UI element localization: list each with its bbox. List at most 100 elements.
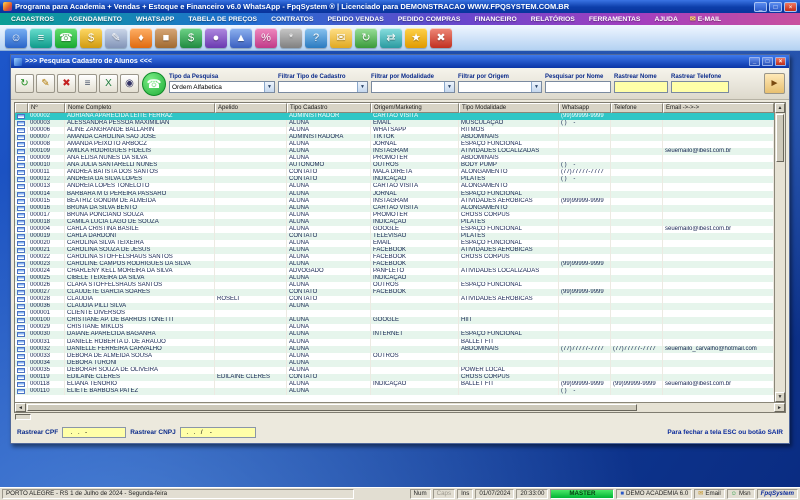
scroll-left-icon[interactable]: ◄ [15, 403, 26, 412]
column-header[interactable]: Telefone [611, 103, 663, 113]
menu-item[interactable]: ✉ E-MAIL [684, 15, 727, 24]
whatsapp-button[interactable]: ☎ [142, 71, 166, 96]
table-row[interactable]: 000035 DEBORAH SOUZA DE OLIVEIRA ALUNA P… [15, 366, 774, 374]
status-email[interactable]: ✉ Email [694, 489, 725, 499]
filtro-cadastro-select[interactable]: ▼ [278, 81, 368, 93]
table-row[interactable]: 000004 CARLA CRISTINA BASILE ALUNA GOOGL… [15, 225, 774, 233]
table-row[interactable]: 000031 DANIELE ROBERTA D. DE ARAUJO ALUN… [15, 338, 774, 346]
scroll-down-icon[interactable]: ▼ [775, 392, 785, 402]
table-row[interactable]: 000109 AMILKA RODRIGUES FIDELIS ALUNA IN… [15, 148, 774, 156]
toolbar-button[interactable]: ✉ [330, 27, 352, 48]
menu-item[interactable]: PEDIDO VENDAS [319, 16, 389, 23]
dialog-tool-button[interactable]: X [99, 74, 118, 93]
toolbar-button[interactable]: % [255, 27, 277, 48]
toolbar-button[interactable]: ✎ [105, 27, 127, 48]
dialog-tool-button[interactable]: ≡ [78, 74, 97, 93]
toolbar-button[interactable]: ☺ [5, 27, 27, 48]
tipo-pesquisa-select[interactable]: Ordem Alfabetica ▼ [169, 81, 275, 93]
table-row[interactable]: 000001 CLIENTE DIVERSOS [15, 310, 774, 318]
toolbar-button[interactable]: ♦ [130, 27, 152, 48]
column-header[interactable]: Nº [28, 103, 65, 113]
menu-item[interactable]: FERRAMENTAS [581, 16, 647, 23]
menu-item[interactable]: RELATÓRIOS [523, 16, 581, 23]
table-row[interactable]: 000008 AMANDA PEIXOTO ARBOCZ ALUNA JORNA… [15, 141, 774, 149]
rastrear-cpf-input[interactable] [62, 426, 127, 438]
menu-item[interactable]: TABELA DE PREÇOS [180, 16, 263, 23]
table-row[interactable]: 000010 ANA JULIA SANTARELLI NUNES AUTONO… [15, 162, 774, 170]
toolbar-button[interactable]: ? [305, 27, 327, 48]
table-row[interactable]: 000002 ADRIANA APARECIDA LEITE FERRAZ AD… [15, 113, 774, 121]
table-row[interactable]: 000017 BRUNA PONCIANO SOUZA ALUNA PROMOT… [15, 211, 774, 219]
toolbar-button[interactable]: ☎ [55, 27, 77, 48]
column-header[interactable]: Email ->->-> [663, 103, 774, 113]
menu-item[interactable]: AGENDAMENTO [60, 16, 128, 23]
table-row[interactable]: 000024 CHARLENY KELL MOREIRA DA SILVA AD… [15, 268, 774, 276]
table-row[interactable]: 000022 CAROLINA STOFFELSHAUS SANTOS ALUN… [15, 253, 774, 261]
column-header[interactable]: Tipo Modalidade [459, 103, 559, 113]
dialog-tool-button[interactable]: ↻ [15, 74, 34, 93]
close-button[interactable]: × [784, 1, 797, 12]
column-header[interactable] [15, 103, 28, 113]
table-row[interactable]: 000023 CAROLINE CAMPOS RODRIGUES DA SILV… [15, 260, 774, 269]
table-row[interactable]: 000030 DAIANE APARECIDA BAGANHA ALUNA IN… [15, 331, 774, 339]
dialog-minimize-button[interactable]: _ [749, 57, 760, 66]
menu-item[interactable]: FINANCEIRO [466, 16, 522, 23]
minimize-button[interactable]: _ [754, 1, 767, 12]
table-row[interactable]: 000110 ELIETE BARBOSA PATEZ ALUNA ( ) - [15, 387, 774, 395]
table-row[interactable]: 000015 BEATRIZ GONDIM DE ALMEIDA ALUNA I… [15, 197, 774, 205]
scroll-right-icon[interactable]: ► [774, 403, 785, 412]
table-row[interactable]: 000006 ALINE ZANGRANDE BALLARIN ALUNA WH… [15, 127, 774, 135]
dialog-tool-button[interactable]: ◉ [120, 74, 139, 93]
pesquisar-nome-input[interactable] [545, 81, 611, 93]
table-row[interactable]: 000033 DEBORA DE ALMEIDA SOUSA ALUNA OUT… [15, 352, 774, 360]
table-row[interactable]: 000028 CLAUDIA ROSELI CONTATO ATIVIDADES… [15, 296, 774, 304]
toolbar-button[interactable]: ■ [155, 27, 177, 48]
sair-button[interactable]: ► [764, 73, 785, 94]
column-header[interactable]: Origem/Marketing [371, 103, 459, 113]
table-row[interactable]: 000009 ANA ELISA NUNES DA SILVA ALUNA PR… [15, 155, 774, 163]
toolbar-button[interactable]: ≡ [30, 27, 52, 48]
toolbar-button[interactable]: ▲ [230, 27, 252, 48]
scrollbar-thumb[interactable] [27, 404, 637, 411]
filtro-origem-select[interactable]: ▼ [458, 81, 542, 93]
chevron-down-icon[interactable]: ▼ [264, 82, 274, 92]
rastrear-cnpj-input[interactable] [179, 426, 256, 438]
table-row[interactable]: 000119 EDILAINE CLERES EDILAINE CLERES C… [15, 373, 774, 381]
dialog-tool-button[interactable]: ✎ [36, 74, 55, 93]
table-row[interactable]: 000118 ELIANA TENÓRIO ALUNA INDICAÇÃO BA… [15, 380, 774, 388]
menu-item[interactable]: CONTRATOS [263, 16, 319, 23]
scroll-up-icon[interactable]: ▲ [775, 103, 785, 113]
column-header[interactable]: Nome Completo [65, 103, 215, 113]
rastrear-telefone-input[interactable] [671, 81, 729, 93]
table-row[interactable]: 000021 CAROLINA SOUZA DE JESUS ALUNA FAC… [15, 246, 774, 254]
table-row[interactable]: 000019 CARLA DARDONI CONTATO TELEVISÃO P… [15, 232, 774, 240]
table-row[interactable]: 000020 CAROLINA SILVA TEIXEIRA ALUNA EMA… [15, 239, 774, 247]
table-row[interactable]: 000011 ANDREA BATISTA DOS SANTOS CONTATO… [15, 169, 774, 177]
table-row[interactable]: 000029 CRISTIANE MIKLOS ALUNA [15, 324, 774, 332]
column-header[interactable]: Apelido [215, 103, 287, 113]
scrollbar-thumb[interactable] [776, 114, 784, 162]
dialog-maximize-button[interactable]: □ [762, 57, 773, 66]
table-row[interactable]: 000025 CIBELE TEIXEIRA DA SILVA ALUNA IN… [15, 275, 774, 283]
table-row[interactable]: 000026 CLARA STOFFELSHAUS SANTOS ALUNA O… [15, 282, 774, 290]
menu-item[interactable]: CADASTROS [3, 16, 60, 23]
toolbar-button[interactable]: ● [205, 27, 227, 48]
menu-item[interactable]: PEDIDO COMPRAS [390, 16, 467, 23]
vertical-scrollbar[interactable]: ▲ ▼ [774, 103, 785, 402]
chevron-down-icon[interactable]: ▼ [357, 82, 367, 92]
table-row[interactable]: 000003 ALESSANDRA PESSOA MAXIMILIAN ALUN… [15, 120, 774, 128]
table-row[interactable]: 000032 DANIELLE FERREIRA CARVALHO ALUNA … [15, 345, 774, 353]
table-row[interactable]: 000034 DEBORA TURONI ALUNA [15, 359, 774, 367]
toolbar-button[interactable]: $ [180, 27, 202, 48]
table-row[interactable]: 000012 ANDREIA DA SILVA LOPES CONTATO IN… [15, 176, 774, 184]
horizontal-scrollbar[interactable]: ◄ ► [15, 402, 785, 412]
dialog-tool-button[interactable]: ✖ [57, 74, 76, 93]
table-row[interactable]: 000014 BARBARA M G PEREIRA PASSARO ALUNA… [15, 190, 774, 198]
table-row[interactable]: 000016 BRUNA DA SILVA BENTO ALUNA CARTÃO… [15, 204, 774, 212]
dialog-close-button[interactable]: × [775, 57, 786, 66]
table-row[interactable]: 000027 CLAUDETE GARCIA SOARES CONTATO FA… [15, 289, 774, 297]
toolbar-button[interactable]: ✖ [430, 27, 452, 48]
toolbar-button[interactable]: ⇄ [380, 27, 402, 48]
table-row[interactable]: 000036 CLAUDIA PILLI SILVA ALUNA [15, 303, 774, 311]
chevron-down-icon[interactable]: ▼ [444, 82, 454, 92]
